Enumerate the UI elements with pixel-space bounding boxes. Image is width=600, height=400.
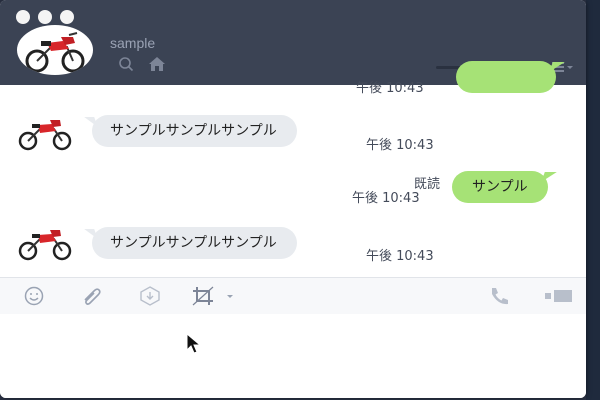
header-actions: [118, 56, 166, 72]
crop-icon[interactable]: [192, 286, 236, 306]
contact-name: sample: [110, 35, 156, 51]
chat-window: sample 午後 10:43 サンプルサンプルサンプル 午後 10:43 既読…: [0, 0, 586, 398]
window-controls: [16, 10, 74, 24]
close-window-button[interactable]: [16, 10, 30, 24]
message-input-area: [0, 314, 586, 398]
maximize-window-button[interactable]: [60, 10, 74, 24]
contact-avatar[interactable]: [17, 25, 93, 75]
message-time: 午後 10:43: [352, 191, 420, 206]
message-toolbar: [0, 277, 586, 315]
desktop-background: [586, 0, 600, 400]
call-icon[interactable]: [488, 286, 512, 306]
message-time-partial: 午後 10:43: [356, 81, 424, 96]
motorcycle-icon: [25, 32, 85, 73]
message-bubble-incoming[interactable]: サンプルサンプルサンプル: [92, 227, 297, 259]
message-time: 午後 10:43: [366, 138, 434, 153]
message-input[interactable]: [0, 314, 586, 398]
message-bubble-incoming[interactable]: サンプルサンプルサンプル: [92, 115, 297, 147]
video-icon[interactable]: [542, 286, 574, 306]
attach-icon[interactable]: [80, 286, 104, 306]
message-list[interactable]: 午後 10:43 サンプルサンプルサンプル 午後 10:43 既読 午後 10:…: [0, 61, 586, 277]
emoji-icon[interactable]: [22, 286, 46, 306]
minimize-window-button[interactable]: [38, 10, 52, 24]
mouse-cursor-icon: [186, 333, 202, 354]
motorcycle-icon[interactable]: [16, 115, 74, 151]
message-time: 午後 10:43: [366, 249, 434, 264]
message-bubble-partial: [456, 61, 556, 93]
message-bubble-outgoing[interactable]: サンプル: [452, 171, 548, 203]
motorcycle-icon[interactable]: [16, 225, 74, 261]
keep-icon[interactable]: [138, 286, 162, 306]
search-icon[interactable]: [118, 56, 134, 72]
home-icon[interactable]: [148, 56, 166, 72]
